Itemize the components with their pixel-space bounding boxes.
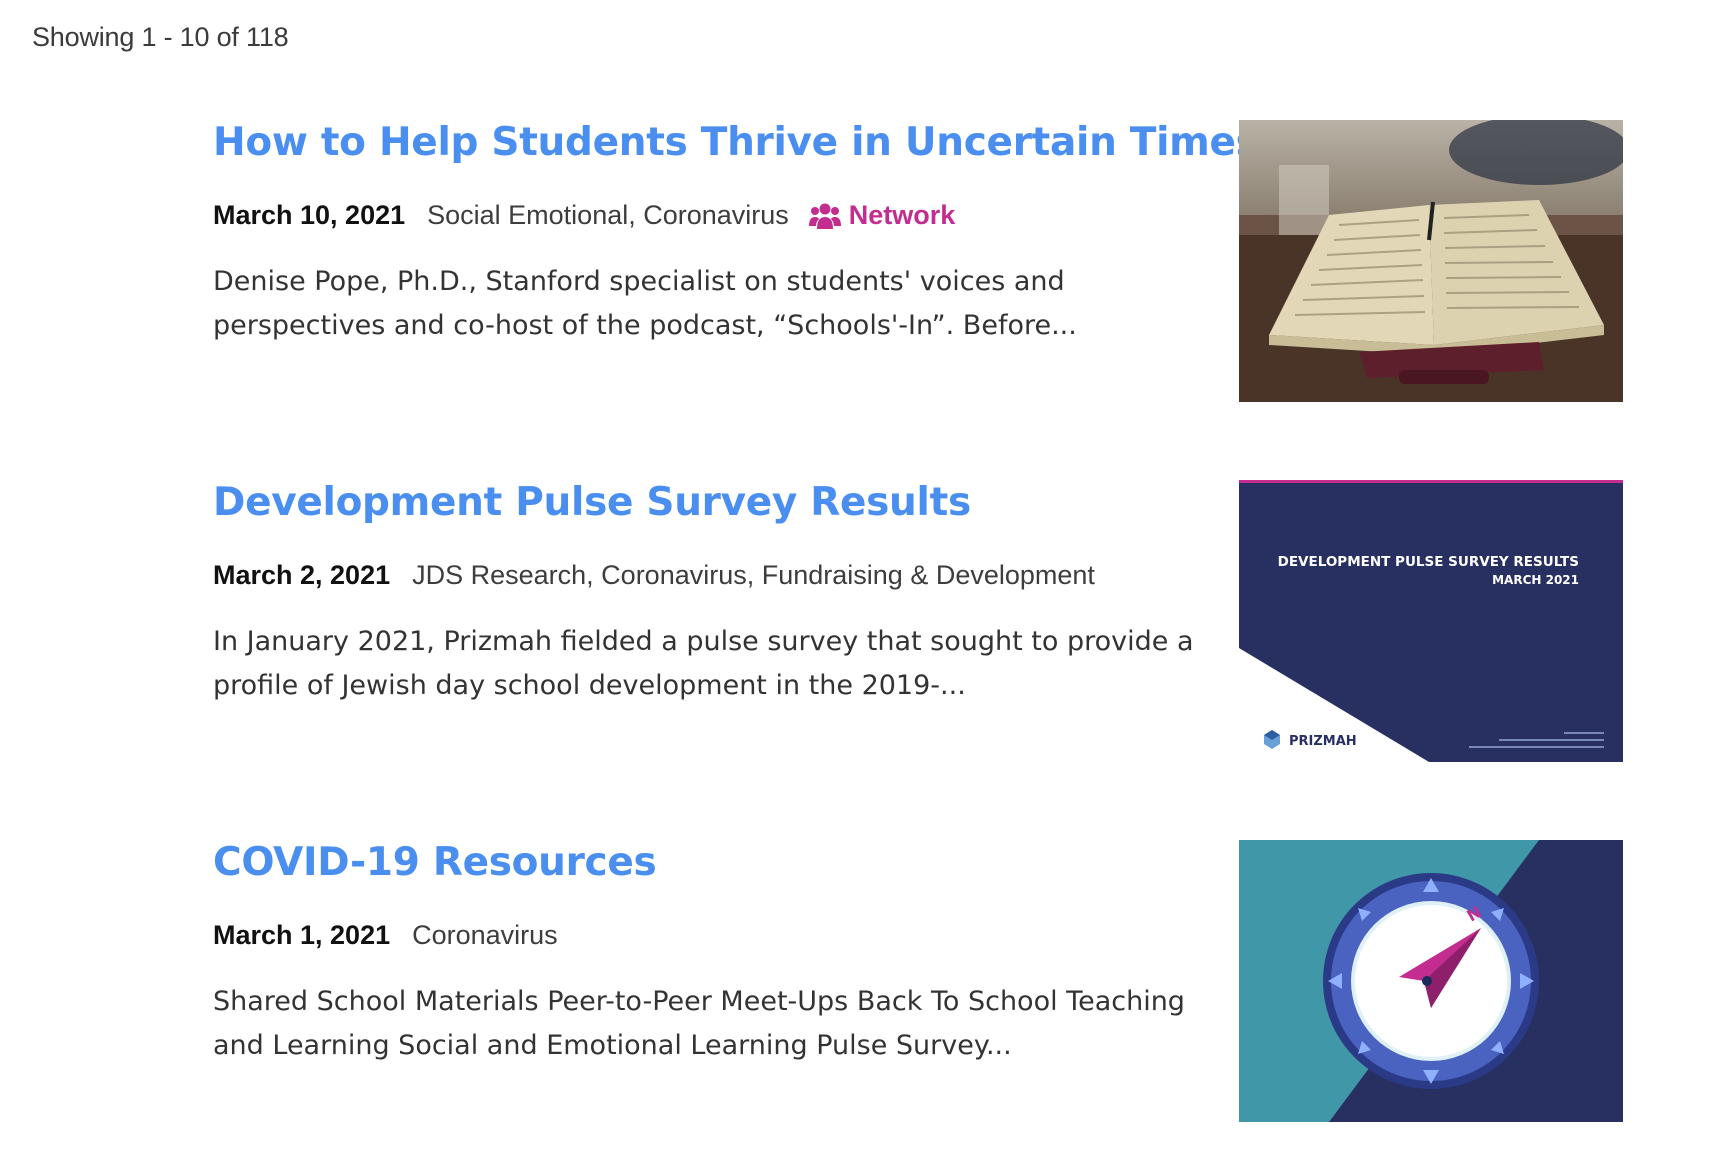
item-meta: March 10, 2021 Social Emotional, Coronav… <box>213 200 955 231</box>
users-group-icon <box>808 203 841 229</box>
item-date: March 10, 2021 <box>213 200 406 230</box>
excerpt-line: Shared School Materials Peer-to-Peer Mee… <box>213 986 1185 1017</box>
cover-heading: DEVELOPMENT PULSE SURVEY RESULTS <box>1278 554 1579 570</box>
item-title-link[interactable]: How to Help Students Thrive in Uncertain… <box>213 120 1259 165</box>
excerpt-line: and Learning Social and Emotional Learni… <box>213 1030 1012 1061</box>
compass-icon: N <box>1323 873 1539 1089</box>
network-badge[interactable]: Network <box>808 200 956 231</box>
item-meta: March 1, 2021 Coronavirus <box>213 920 558 951</box>
item-title-link[interactable]: COVID-19 Resources <box>213 840 657 885</box>
network-badge-label: Network <box>848 200 956 230</box>
list-item: COVID-19 Resources March 1, 2021 Coronav… <box>213 840 1623 1122</box>
list-item: How to Help Students Thrive in Uncertain… <box>213 120 1623 402</box>
item-date: March 2, 2021 <box>213 560 391 590</box>
item-excerpt: Denise Pope, Ph.D., Stanford specialist … <box>213 260 1213 348</box>
item-categories[interactable]: Coronavirus <box>412 920 558 951</box>
item-excerpt: In January 2021, Prizmah fielded a pulse… <box>213 620 1213 708</box>
cover-subheading: MARCH 2021 <box>1492 573 1579 587</box>
item-categories[interactable]: JDS Research, Coronavirus, Fundraising &… <box>412 560 1095 591</box>
item-title-link[interactable]: Development Pulse Survey Results <box>213 480 971 525</box>
item-thumbnail-book[interactable] <box>1239 120 1623 402</box>
item-thumbnail-compass[interactable]: N <box>1239 840 1623 1122</box>
list-item: Development Pulse Survey Results March 2… <box>213 480 1623 762</box>
cover-brand: PRIZMAH <box>1289 734 1357 749</box>
item-thumbnail-report-cover[interactable]: DEVELOPMENT PULSE SURVEY RESULTS MARCH 2… <box>1239 480 1623 762</box>
excerpt-line: Denise Pope, Ph.D., Stanford specialist … <box>213 266 1065 297</box>
item-date: March 1, 2021 <box>213 920 391 950</box>
excerpt-line: perspectives and co-host of the podcast,… <box>213 310 1077 341</box>
results-count: Showing 1 - 10 of 118 <box>32 22 289 52</box>
item-excerpt: Shared School Materials Peer-to-Peer Mee… <box>213 980 1213 1068</box>
excerpt-line: profile of Jewish day school development… <box>213 670 966 701</box>
item-meta: March 2, 2021 JDS Research, Coronavirus,… <box>213 560 1095 591</box>
excerpt-line: In January 2021, Prizmah fielded a pulse… <box>213 626 1194 657</box>
item-categories[interactable]: Social Emotional, Coronavirus <box>427 200 789 231</box>
